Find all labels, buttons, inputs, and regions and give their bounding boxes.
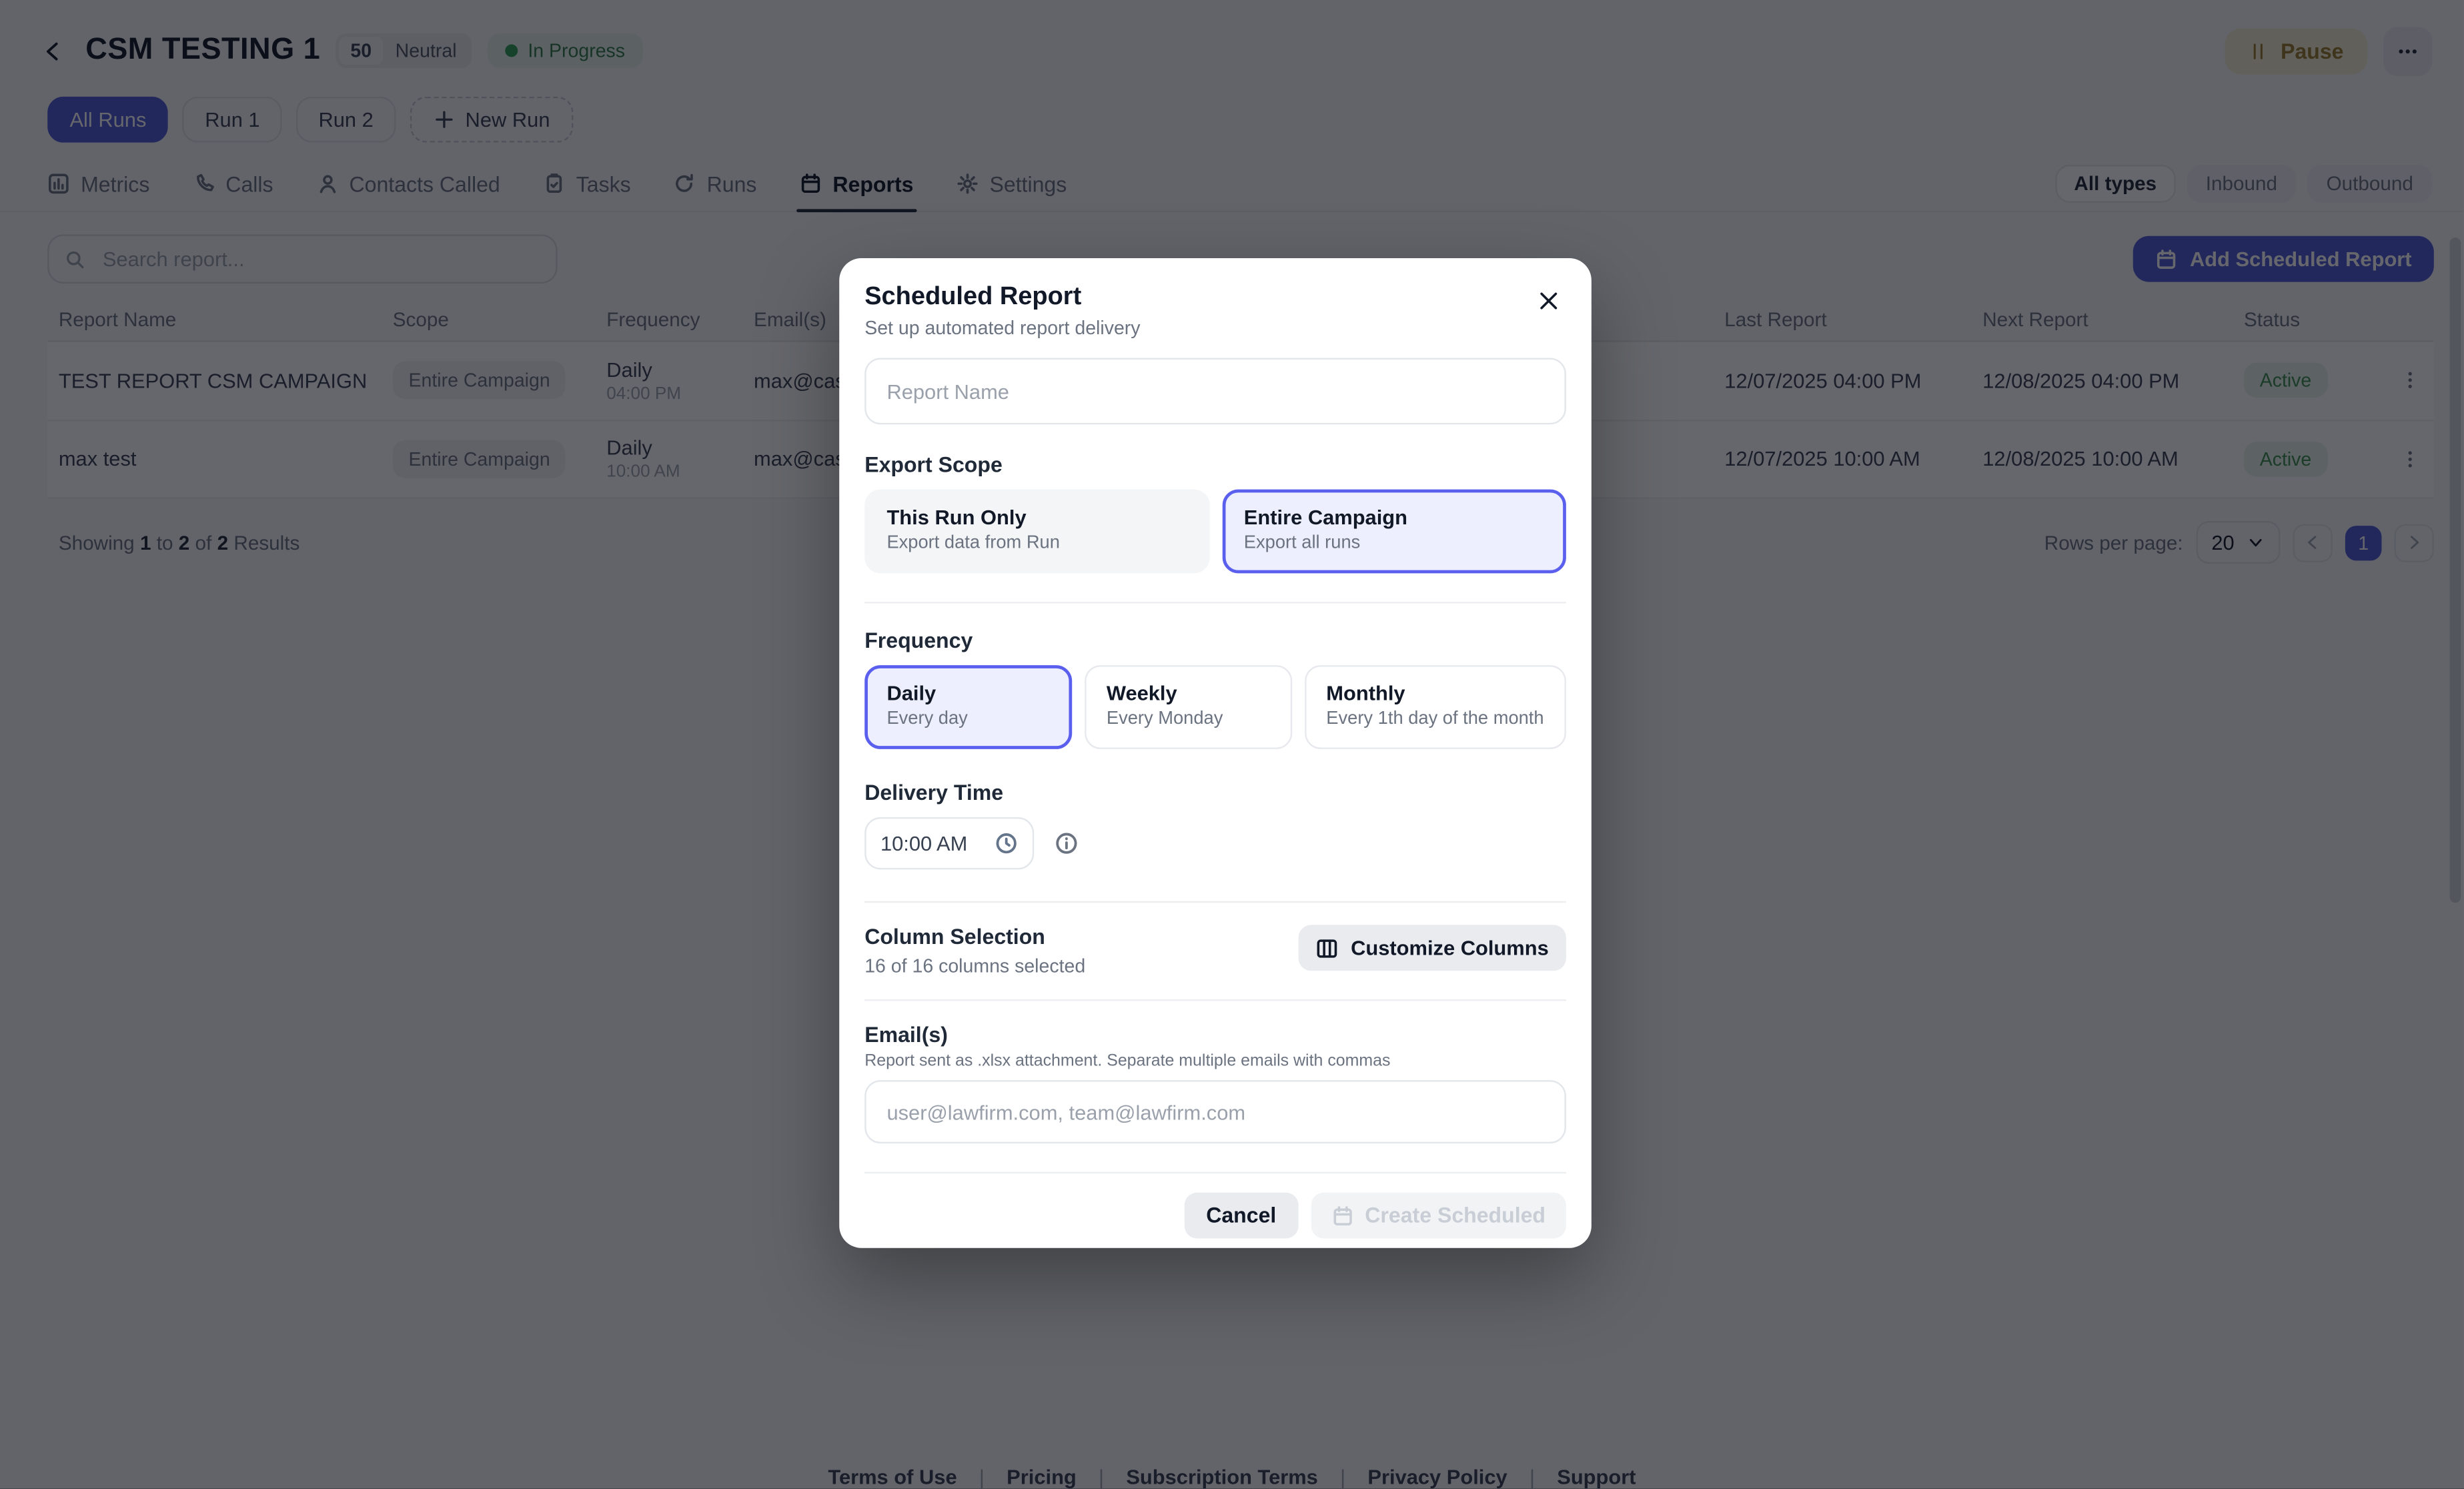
customize-columns-button[interactable]: Customize Columns — [1299, 925, 1566, 971]
export-scope-this-run-only[interactable]: This Run Only Export data from Run — [864, 490, 1209, 574]
calendar-icon — [1331, 1204, 1353, 1226]
export-scope-options: This Run Only Export data from Run Entir… — [864, 490, 1566, 574]
column-selection-summary: 16 of 16 columns selected — [864, 955, 1085, 977]
delivery-time-value: 10:00 AM — [880, 831, 967, 855]
close-icon — [1537, 290, 1560, 312]
clock-icon — [995, 831, 1019, 855]
frequency-daily[interactable]: Daily Every day — [864, 665, 1071, 749]
option-description: Every day — [886, 710, 1049, 728]
create-scheduled-label: Create Scheduled — [1365, 1203, 1546, 1227]
frequency-label: Frequency — [864, 628, 1566, 652]
cancel-button[interactable]: Cancel — [1184, 1193, 1299, 1239]
column-selection-row: Column Selection 16 of 16 columns select… — [864, 925, 1566, 977]
option-title: Daily — [886, 681, 1049, 705]
emails-helper-text: Report sent as .xlsx attachment. Separat… — [864, 1051, 1566, 1070]
option-description: Export all runs — [1244, 534, 1544, 552]
delivery-time-label: Delivery Time — [864, 781, 1566, 805]
option-description: Every Monday — [1107, 710, 1269, 728]
columns-icon — [1316, 937, 1338, 959]
section-divider — [864, 1172, 1566, 1173]
customize-columns-label: Customize Columns — [1351, 936, 1549, 960]
option-title: This Run Only — [886, 505, 1187, 529]
frequency-weekly[interactable]: Weekly Every Monday — [1085, 665, 1291, 749]
info-icon[interactable] — [1055, 831, 1079, 855]
option-title: Monthly — [1326, 681, 1544, 705]
export-scope-label: Export Scope — [864, 453, 1566, 477]
scheduled-report-modal: Scheduled Report Set up automated report… — [839, 258, 1592, 1248]
option-description: Export data from Run — [886, 534, 1187, 552]
emails-label: Email(s) — [864, 1023, 1566, 1047]
frequency-options: Daily Every day Weekly Every Monday Mont… — [864, 665, 1566, 749]
column-selection-info: Column Selection 16 of 16 columns select… — [864, 925, 1085, 977]
frequency-monthly[interactable]: Monthly Every 1th day of the month — [1304, 665, 1566, 749]
modal-subtitle: Set up automated report delivery — [864, 317, 1566, 339]
report-name-input[interactable] — [864, 358, 1566, 425]
delivery-time-row: 10:00 AM — [864, 817, 1566, 869]
emails-input[interactable] — [864, 1080, 1566, 1143]
section-divider — [864, 602, 1566, 603]
section-divider — [864, 999, 1566, 1001]
create-scheduled-button[interactable]: Create Scheduled — [1311, 1193, 1566, 1239]
option-title: Entire Campaign — [1244, 505, 1544, 529]
column-selection-label: Column Selection — [864, 925, 1085, 949]
delivery-time-input[interactable]: 10:00 AM — [864, 817, 1034, 869]
export-scope-entire-campaign[interactable]: Entire Campaign Export all runs — [1222, 490, 1566, 574]
app-stage: CSM TESTING 1 50 Neutral In Progress Pau… — [0, 0, 2464, 1489]
modal-title: Scheduled Report — [864, 284, 1566, 312]
option-description: Every 1th day of the month — [1326, 710, 1544, 728]
modal-actions: Cancel Create Scheduled — [864, 1193, 1566, 1239]
close-button[interactable] — [1533, 285, 1564, 316]
section-divider — [864, 901, 1566, 903]
option-title: Weekly — [1107, 681, 1269, 705]
